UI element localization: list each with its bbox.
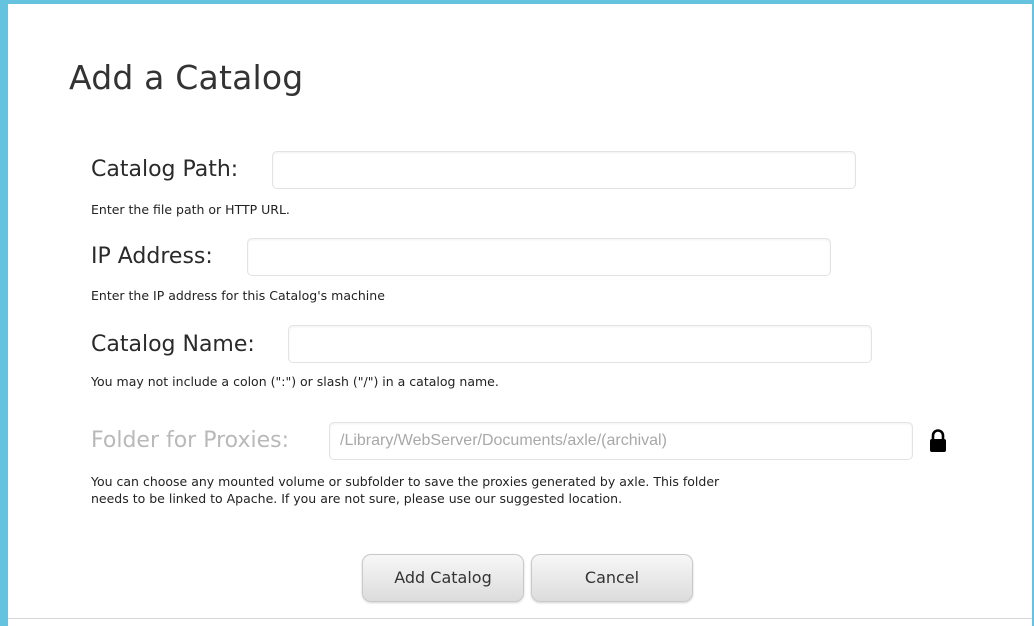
catalog-name-help: You may not include a colon (":") or sla… (91, 374, 499, 389)
dialog-bottom-divider (8, 618, 1032, 619)
catalog-path-help: Enter the file path or HTTP URL. (91, 202, 290, 217)
lock-icon[interactable] (928, 428, 948, 454)
dialog-title: Add a Catalog (69, 58, 304, 97)
ip-address-input[interactable] (247, 238, 831, 276)
dialog-left-border (0, 0, 8, 626)
dialog-top-border (0, 0, 1034, 4)
proxy-folder-label: Folder for Proxies: (91, 428, 289, 453)
proxy-folder-help-line2: needs to be linked to Apache. If you are… (91, 491, 623, 506)
dialog-window: Add a Catalog Catalog Path: Enter the fi… (0, 0, 1034, 626)
catalog-path-input[interactable] (272, 151, 856, 189)
cancel-button[interactable]: Cancel (531, 554, 693, 602)
ip-address-label: IP Address: (91, 244, 213, 269)
ip-address-help: Enter the IP address for this Catalog's … (91, 288, 385, 303)
catalog-path-label: Catalog Path: (91, 157, 239, 182)
proxy-folder-help-line1: You can choose any mounted volume or sub… (91, 474, 720, 489)
catalog-name-label: Catalog Name: (91, 332, 255, 357)
proxy-folder-input[interactable] (329, 422, 913, 460)
add-catalog-button[interactable]: Add Catalog (362, 554, 524, 602)
catalog-name-input[interactable] (288, 325, 872, 363)
